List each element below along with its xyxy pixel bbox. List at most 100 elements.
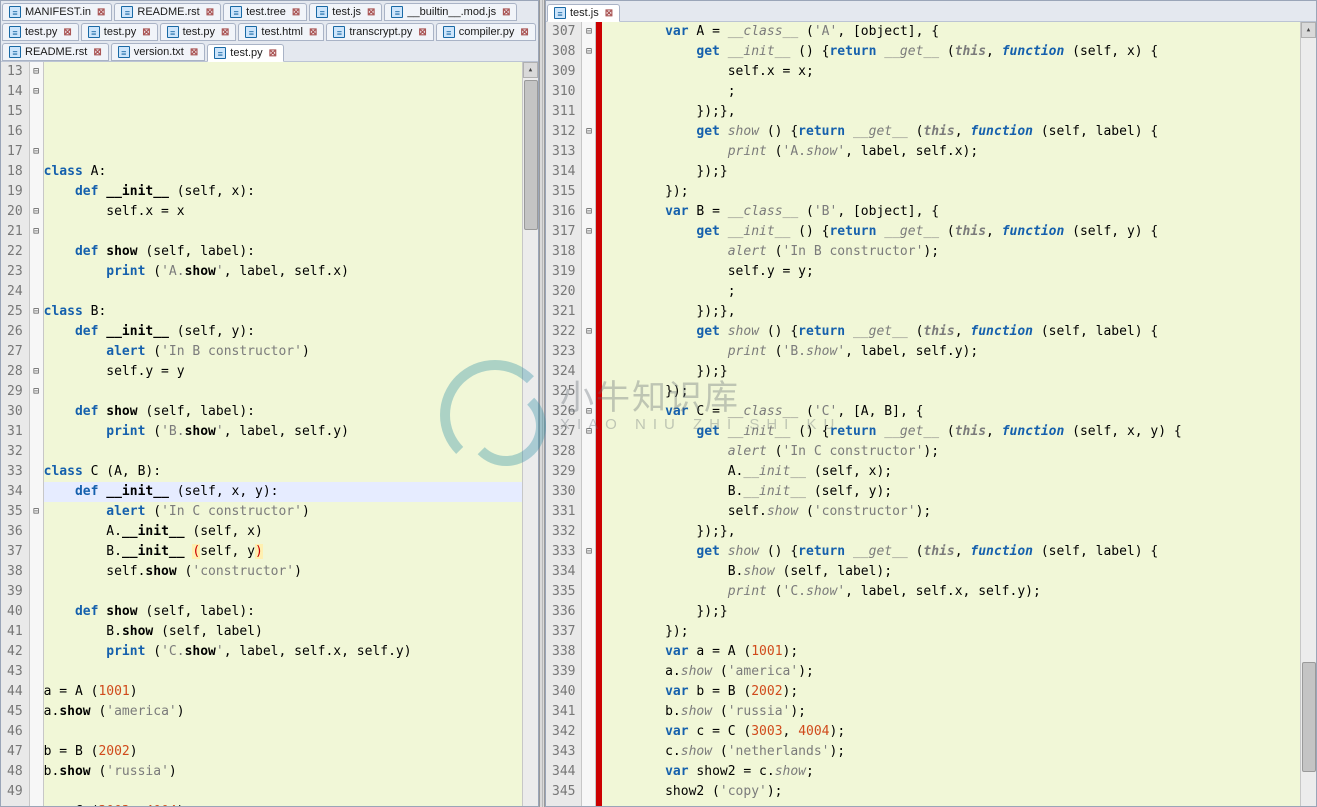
tab-test-py[interactable]: ≡test.py⊠ <box>81 23 158 41</box>
code-line[interactable]: print ('A.show', label, self.x) <box>44 262 522 282</box>
editor-right[interactable]: 3073083093103113123133143153163173183193… <box>546 22 1316 806</box>
close-icon[interactable]: ⊠ <box>367 7 375 18</box>
code-line[interactable]: });} <box>602 362 1300 382</box>
code-line[interactable]: alert ('In B constructor') <box>44 342 522 362</box>
code-line[interactable]: def __init__ (self, x): <box>44 182 522 202</box>
scroll-thumb[interactable] <box>524 80 538 230</box>
code-line[interactable]: def show (self, label): <box>44 602 522 622</box>
code-line[interactable]: self.y = y <box>44 362 522 382</box>
tab-test-js[interactable]: ≡test.js⊠ <box>547 4 620 22</box>
code-line[interactable]: show2 ('copy'); <box>602 782 1300 802</box>
tab-readme-rst[interactable]: ≡README.rst⊠ <box>114 3 221 21</box>
code-line[interactable]: var B = __class__ ('B', [object], { <box>602 202 1300 222</box>
fold-column-left[interactable] <box>30 62 44 806</box>
code-line[interactable]: def show (self, label): <box>44 242 522 262</box>
tab-test-js[interactable]: ≡test.js⊠ <box>309 3 382 21</box>
code-line[interactable]: self.show ('constructor'); <box>602 502 1300 522</box>
tab-__builtin__-mod-js[interactable]: ≡__builtin__.mod.js⊠ <box>384 3 517 21</box>
close-icon[interactable]: ⊠ <box>502 7 510 18</box>
code-line[interactable]: B.__init__ (self, y) <box>44 542 522 562</box>
close-icon[interactable]: ⊠ <box>605 8 613 19</box>
code-line[interactable] <box>44 222 522 242</box>
code-line[interactable]: });} <box>602 602 1300 622</box>
close-icon[interactable]: ⊠ <box>309 27 317 38</box>
code-line[interactable] <box>44 442 522 462</box>
code-line[interactable]: A.__init__ (self, x) <box>44 522 522 542</box>
code-line[interactable]: print ('B.show', label, self.y); <box>602 342 1300 362</box>
scroll-up-button[interactable]: ▴ <box>523 62 538 78</box>
close-icon[interactable]: ⊠ <box>97 7 105 18</box>
code-line[interactable]: class B: <box>44 302 522 322</box>
code-line[interactable]: get show () {return __get__ (this, funct… <box>602 542 1300 562</box>
code-line[interactable]: c = C (3003, 4004) <box>44 802 522 806</box>
tab-version-txt[interactable]: ≡version.txt⊠ <box>111 43 206 61</box>
scroll-up-button[interactable]: ▴ <box>1301 22 1316 38</box>
close-icon[interactable]: ⊠ <box>142 27 150 38</box>
code-line[interactable] <box>44 582 522 602</box>
vertical-scrollbar-left[interactable]: ▴ <box>522 62 538 806</box>
tab-manifest-in[interactable]: ≡MANIFEST.in⊠ <box>2 3 112 21</box>
code-line[interactable]: var C = __class__ ('C', [A, B], { <box>602 402 1300 422</box>
code-line[interactable]: get __init__ () {return __get__ (this, f… <box>602 42 1300 62</box>
code-area-left[interactable]: class A: def __init__ (self, x): self.x … <box>44 62 522 806</box>
code-line[interactable]: b.show ('russia'); <box>602 702 1300 722</box>
close-icon[interactable]: ⊠ <box>93 47 101 58</box>
code-line[interactable]: class A: <box>44 162 522 182</box>
code-line[interactable]: var A = __class__ ('A', [object], { <box>602 22 1300 42</box>
code-line[interactable]: self.x = x <box>44 202 522 222</box>
code-line[interactable]: def show (self, label): <box>44 402 522 422</box>
tab-test-tree[interactable]: ≡test.tree⊠ <box>223 3 307 21</box>
code-line[interactable]: A.__init__ (self, x); <box>602 462 1300 482</box>
code-line[interactable]: print ('B.show', label, self.y) <box>44 422 522 442</box>
code-line[interactable] <box>44 662 522 682</box>
code-line[interactable]: });} <box>602 162 1300 182</box>
code-line[interactable]: self.y = y; <box>602 262 1300 282</box>
close-icon[interactable]: ⊠ <box>190 47 198 58</box>
code-line[interactable]: B.show (self, label) <box>44 622 522 642</box>
code-line[interactable]: get __init__ () {return __get__ (this, f… <box>602 422 1300 442</box>
code-line[interactable]: var c = C (3003, 4004); <box>602 722 1300 742</box>
code-line[interactable]: B.__init__ (self, y); <box>602 482 1300 502</box>
code-line[interactable]: c.show ('netherlands'); <box>602 742 1300 762</box>
code-area-right[interactable]: var A = __class__ ('A', [object], { get … <box>602 22 1300 806</box>
vertical-scrollbar-right[interactable]: ▴ <box>1300 22 1316 806</box>
code-line[interactable]: a.show ('america'); <box>602 662 1300 682</box>
code-line[interactable]: }); <box>602 382 1300 402</box>
fold-column-right[interactable] <box>582 22 596 806</box>
code-line[interactable] <box>44 282 522 302</box>
code-line[interactable]: self.show ('constructor') <box>44 562 522 582</box>
code-line[interactable]: alert ('In B constructor'); <box>602 242 1300 262</box>
code-line[interactable]: b = B (2002) <box>44 742 522 762</box>
code-line[interactable] <box>44 382 522 402</box>
tab-test-py[interactable]: ≡test.py⊠ <box>2 23 79 41</box>
code-line[interactable]: b.show ('russia') <box>44 762 522 782</box>
code-line[interactable]: B.show (self, label); <box>602 562 1300 582</box>
tab-test-py[interactable]: ≡test.py⊠ <box>160 23 237 41</box>
code-line[interactable]: });}, <box>602 522 1300 542</box>
code-line[interactable]: var b = B (2002); <box>602 682 1300 702</box>
close-icon[interactable]: ⊠ <box>63 27 71 38</box>
code-line[interactable]: print ('C.show', label, self.x, self.y); <box>602 582 1300 602</box>
tab-test-html[interactable]: ≡test.html⊠ <box>238 23 324 41</box>
editor-left[interactable]: 1314151617181920212223242526272829303132… <box>1 62 538 806</box>
tab-test-py[interactable]: ≡test.py⊠ <box>207 44 284 62</box>
code-line[interactable]: var a = A (1001); <box>602 642 1300 662</box>
tab-readme-rst[interactable]: ≡README.rst⊠ <box>2 43 109 61</box>
code-line[interactable]: a.show ('america') <box>44 702 522 722</box>
code-line[interactable]: get show () {return __get__ (this, funct… <box>602 122 1300 142</box>
close-icon[interactable]: ⊠ <box>221 27 229 38</box>
close-icon[interactable]: ⊠ <box>520 27 528 38</box>
code-line[interactable]: var show2 = c.show; <box>602 762 1300 782</box>
code-line[interactable]: def __init__ (self, y): <box>44 322 522 342</box>
code-line[interactable]: }); <box>602 622 1300 642</box>
code-line[interactable]: self.x = x; <box>602 62 1300 82</box>
code-line[interactable]: class C (A, B): <box>44 462 522 482</box>
scroll-thumb[interactable] <box>1302 662 1316 772</box>
code-line[interactable]: ; <box>602 282 1300 302</box>
code-line[interactable]: alert ('In C constructor'); <box>602 442 1300 462</box>
code-line[interactable]: a = A (1001) <box>44 682 522 702</box>
code-line[interactable] <box>44 782 522 802</box>
code-line[interactable]: get show () {return __get__ (this, funct… <box>602 322 1300 342</box>
code-line[interactable] <box>44 722 522 742</box>
code-line[interactable]: print ('C.show', label, self.x, self.y) <box>44 642 522 662</box>
